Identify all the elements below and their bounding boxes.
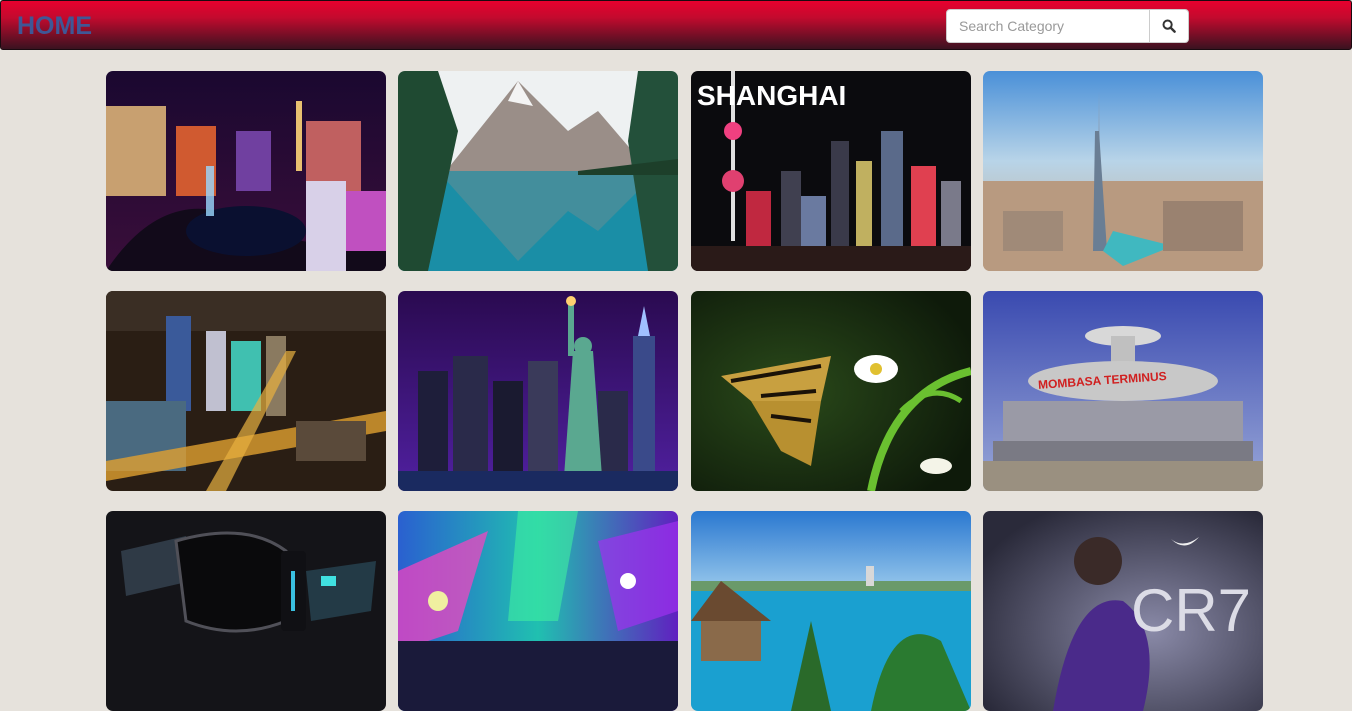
city-night-aerial-image [106,291,386,491]
dubai-burj-khalifa-image [983,71,1263,271]
search-form [946,9,1189,43]
cr7-caption: CR7 [1131,577,1251,644]
shanghai-skyline-image: SHANGHAI [691,71,971,271]
statue-of-liberty-night-image [398,291,678,491]
gallery-tile-tropical-coast[interactable] [691,511,971,711]
search-icon [1162,19,1176,33]
search-category-input[interactable] [946,9,1150,43]
gallery-tile-mountain-lake[interactable] [398,71,678,271]
tropical-coast-image [691,511,971,711]
gallery-tile-las-vegas[interactable] [106,71,386,271]
shanghai-caption: SHANGHAI [697,80,846,111]
navbar: HOME [0,0,1352,50]
gallery-tile-cr7[interactable]: CR7 [983,511,1263,711]
home-link[interactable]: HOME [17,12,92,40]
mountain-lake-image [398,71,678,271]
mombasa-terminus-image: MOMBASA TERMINUS [983,291,1263,491]
smartwatch-image [106,511,386,711]
gallery-tile-mombasa[interactable]: MOMBASA TERMINUS [983,291,1263,491]
concert-lights-image [398,511,678,711]
gallery-tile-city-night[interactable] [106,291,386,491]
cr7-poster-image: CR7 [983,511,1263,711]
gallery-tile-statue-of-liberty[interactable] [398,291,678,491]
butterfly-flower-image [691,291,971,491]
gallery-tile-dubai[interactable] [983,71,1263,271]
gallery-tile-smartwatch[interactable] [106,511,386,711]
las-vegas-night-image [106,71,386,271]
gallery-tile-butterfly[interactable] [691,291,971,491]
search-button[interactable] [1150,9,1189,43]
gallery-tile-concert[interactable] [398,511,678,711]
gallery-tile-shanghai[interactable]: SHANGHAI [691,71,971,271]
